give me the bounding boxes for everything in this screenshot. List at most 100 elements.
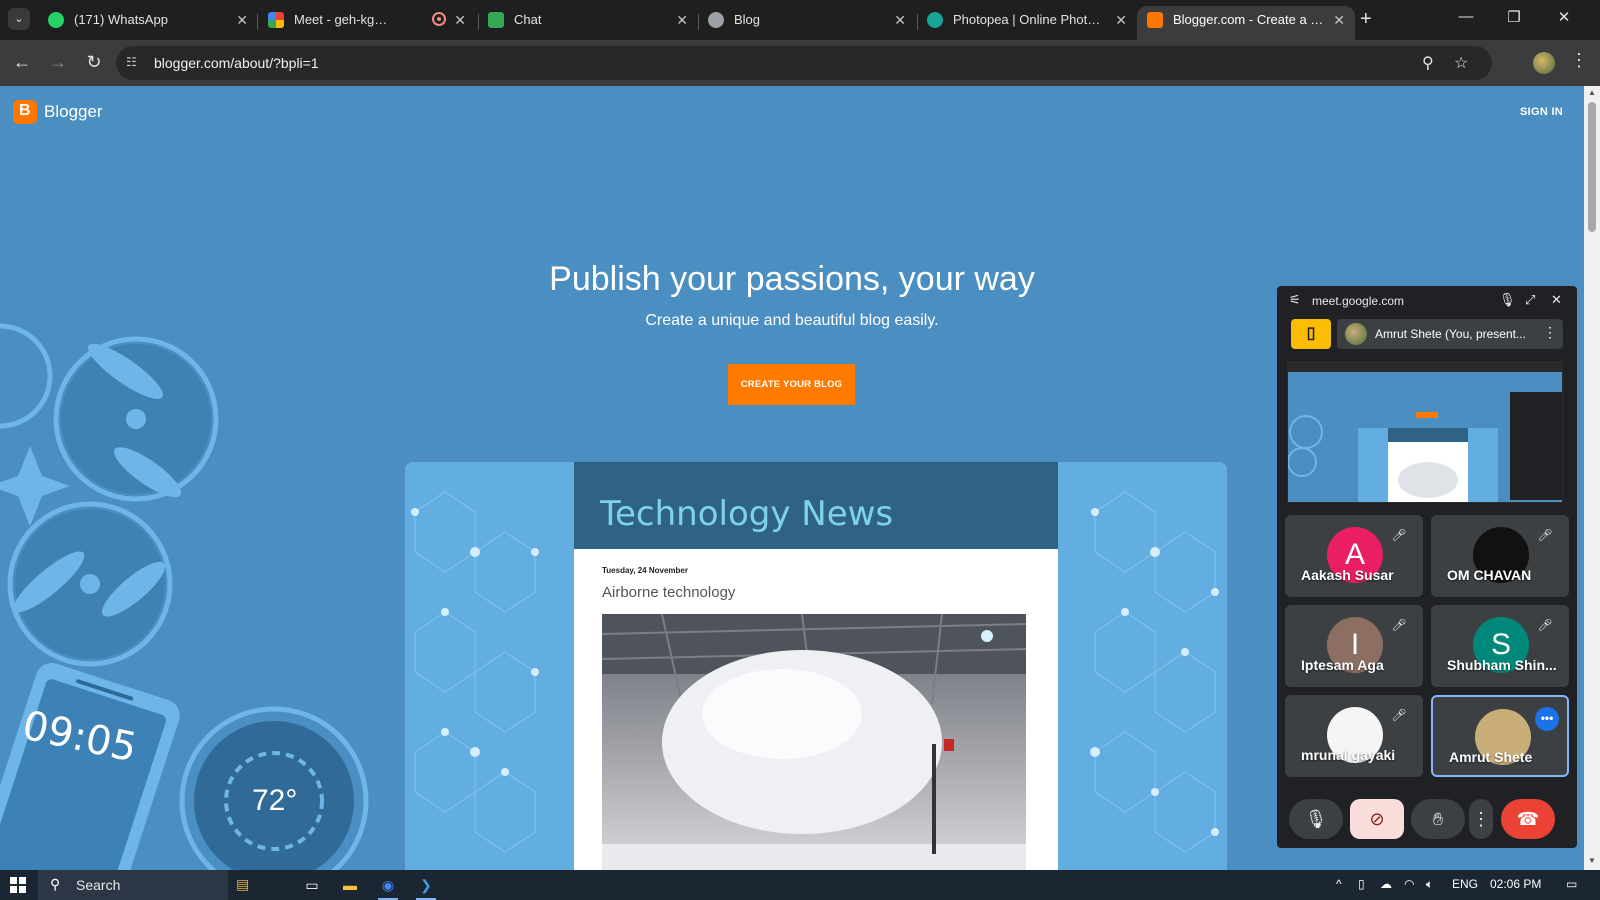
vscode-icon[interactable]: ❯ xyxy=(408,870,444,900)
google-meet-icon xyxy=(268,12,284,28)
back-button[interactable]: ← xyxy=(10,52,34,73)
new-tab-button[interactable]: + xyxy=(1360,8,1372,31)
site-info-icon[interactable]: ☷ xyxy=(126,55,142,71)
notification-icon[interactable]: ▭ xyxy=(1566,877,1577,891)
participant-tile[interactable]: A 🎤︎ Aakash Susar xyxy=(1285,515,1423,597)
participant-tile[interactable]: 🎤︎ OM CHAVAN xyxy=(1431,515,1569,597)
browser-tab-strip: ⌄ (171) WhatsApp ✕ Meet - geh-kgmv-xvj ✕… xyxy=(0,0,1600,40)
participant-name: mrunal gayaki xyxy=(1301,747,1396,763)
task-view-icon[interactable]: ▭ xyxy=(294,870,330,900)
clock[interactable]: 02:06 PM xyxy=(1490,877,1541,891)
balloon-photo xyxy=(602,614,1026,870)
tab-label: Blog xyxy=(734,12,761,27)
whatsapp-icon xyxy=(48,12,64,28)
mic-muted-icon: 🎤︎ xyxy=(1391,708,1407,722)
create-blog-button[interactable]: CREATE YOUR BLOG xyxy=(728,364,855,405)
meet-picture-in-picture: ⚟ meet.google.com 🎙︎ ⤢ ✕ ▯ Amrut Shete (… xyxy=(1277,286,1577,848)
blogger-icon xyxy=(1147,12,1163,28)
tab-close-icon[interactable]: ✕ xyxy=(1333,6,1345,34)
tab-close-icon[interactable]: ✕ xyxy=(676,6,688,34)
tab-blogger[interactable]: Blogger.com - Create a uniq ✕ xyxy=(1137,6,1355,40)
participant-name: OM CHAVAN xyxy=(1447,567,1532,583)
tab-blog[interactable]: Blog ✕ xyxy=(698,6,916,40)
post-date: Tuesday, 24 November xyxy=(602,566,688,575)
chrome-icon[interactable]: ◉ xyxy=(370,870,406,900)
recording-icon xyxy=(432,12,446,26)
more-options-icon[interactable]: ⋮ xyxy=(1543,324,1557,341)
more-options-icon[interactable]: ••• xyxy=(1535,707,1559,731)
tab-label: Meet - geh-kgmv-xvj xyxy=(294,12,412,27)
forward-button[interactable]: → xyxy=(46,52,70,73)
mic-muted-icon: 🎤︎ xyxy=(1537,618,1553,632)
battery-icon[interactable]: ▯ xyxy=(1358,877,1365,891)
presenting-icon[interactable]: ▯ xyxy=(1291,319,1331,349)
participant-tile[interactable]: I 🎤︎ Iptesam Aga xyxy=(1285,605,1423,687)
wifi-icon[interactable]: ◠ xyxy=(1404,877,1414,891)
post-card: Technology News Tuesday, 24 November Air… xyxy=(574,462,1058,870)
blogger-logo-icon[interactable] xyxy=(13,100,37,124)
participant-tile[interactable]: 🎤︎ mrunal gayaki xyxy=(1285,695,1423,777)
onedrive-icon[interactable]: ☁ xyxy=(1380,877,1392,891)
profile-avatar[interactable] xyxy=(1533,52,1555,74)
more-options-button[interactable]: ⋮ xyxy=(1469,799,1493,839)
sign-in-link[interactable]: SIGN IN xyxy=(1520,106,1563,118)
post-title: Airborne technology xyxy=(602,584,736,601)
pip-origin: meet.google.com xyxy=(1312,294,1405,308)
participant-tile[interactable]: S 🎤︎ Shubham Shin... xyxy=(1431,605,1569,687)
raise-hand-button[interactable]: ✋︎ xyxy=(1411,799,1465,839)
balloon-illustration xyxy=(602,614,1026,870)
presenter-chip[interactable]: Amrut Shete (You, present... ⋮ xyxy=(1337,319,1563,349)
tab-search-button[interactable]: ⌄ xyxy=(8,8,30,30)
maximize-button[interactable]: ❐ xyxy=(1494,8,1534,26)
tab-close-icon[interactable]: ✕ xyxy=(454,6,466,34)
blog-preview: Technology News Tuesday, 24 November Air… xyxy=(405,462,1227,870)
show-hidden-icons[interactable]: ^ xyxy=(1336,877,1342,891)
browser-menu-icon[interactable]: ⋮ xyxy=(1570,50,1588,71)
browser-toolbar: ← → ↻ ☷ blogger.com/about/?bpli=1 ⚲ ☆ ⋮ xyxy=(0,40,1600,86)
address-bar[interactable]: ☷ blogger.com/about/?bpli=1 ⚲ ☆ xyxy=(116,46,1492,80)
taskbar-search-box[interactable]: ⚲ Search ▤ xyxy=(38,870,249,900)
microphone-icon[interactable]: 🎙︎ xyxy=(1499,292,1516,308)
search-label: Search xyxy=(76,877,121,893)
tab-close-icon[interactable]: ✕ xyxy=(236,6,248,34)
scroll-up-icon[interactable]: ▲ xyxy=(1588,88,1596,97)
input-language[interactable]: ENG xyxy=(1452,877,1478,891)
back-to-tab-icon[interactable]: ⤢ xyxy=(1525,292,1535,308)
file-explorer-icon[interactable]: ▬ xyxy=(332,870,368,900)
star-icon[interactable]: ☆ xyxy=(1454,53,1468,73)
participant-tile-self[interactable]: ••• Amrut Shete xyxy=(1431,695,1569,777)
tab-close-icon[interactable]: ✕ xyxy=(894,6,906,34)
presenter-name: Amrut Shete (You, present... xyxy=(1375,327,1526,341)
participant-name: Amrut Shete xyxy=(1449,749,1533,765)
windows-taskbar: ⚲ Search ▤ ▭ ▬ ◉ ❯ ^ ▯ ☁ ◠ 🔈︎ ENG 02:06 … xyxy=(0,870,1600,900)
volume-icon[interactable]: 🔈︎ xyxy=(1426,877,1433,892)
scroll-down-icon[interactable]: ▼ xyxy=(1588,856,1596,865)
tab-chat[interactable]: Chat ✕ xyxy=(478,6,698,40)
tab-whatsapp[interactable]: (171) WhatsApp ✕ xyxy=(38,6,258,40)
page-scrollbar[interactable]: ▲ ▼ xyxy=(1584,86,1600,870)
brand-name[interactable]: Blogger xyxy=(44,102,103,122)
microphone-toggle-button[interactable]: 🎙︎ xyxy=(1289,799,1343,839)
tab-meet[interactable]: Meet - geh-kgmv-xvj xyxy=(258,6,418,40)
avatar xyxy=(1345,323,1367,345)
leave-call-button[interactable]: ☎︎ xyxy=(1501,799,1555,839)
search-icon: ⚲ xyxy=(50,876,61,892)
close-pip-icon[interactable]: ✕ xyxy=(1551,292,1562,308)
url-text[interactable]: blogger.com/about/?bpli=1 xyxy=(154,55,319,71)
shared-screen-preview xyxy=(1287,361,1563,503)
tab-meet-close[interactable]: ✕ xyxy=(446,6,476,40)
tab-label: Chat xyxy=(514,12,542,27)
zoom-icon[interactable]: ⚲ xyxy=(1422,53,1434,73)
screen-thumbnail xyxy=(1288,362,1562,502)
tab-close-icon[interactable]: ✕ xyxy=(1115,6,1127,34)
close-window-button[interactable]: ✕ xyxy=(1544,8,1584,26)
site-settings-icon[interactable]: ⚟ xyxy=(1289,292,1301,308)
scrollbar-thumb[interactable] xyxy=(1588,102,1596,232)
tab-photopea[interactable]: Photopea | Online Photo Edi ✕ xyxy=(917,6,1137,40)
camera-off-button[interactable]: ⊘ xyxy=(1350,799,1404,839)
windows-start-icon[interactable] xyxy=(10,877,26,893)
blog-title: Technology News xyxy=(600,494,894,534)
reload-button[interactable]: ↻ xyxy=(82,52,106,73)
minimize-button[interactable]: — xyxy=(1446,8,1486,25)
google-chat-icon xyxy=(488,12,504,28)
